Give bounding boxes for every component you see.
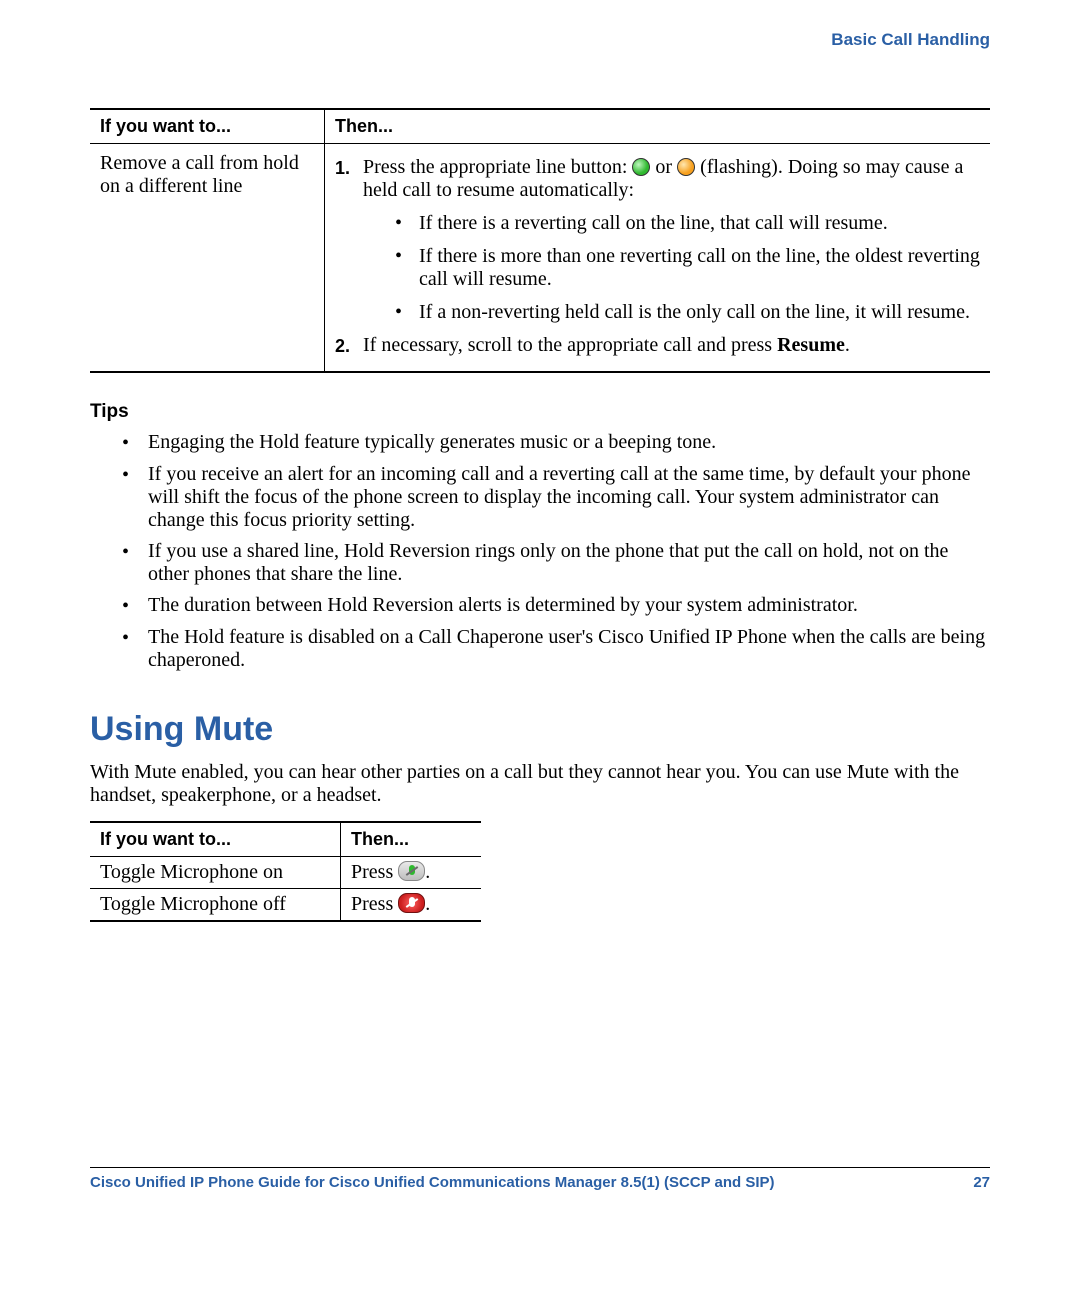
line-led-amber-icon — [677, 158, 695, 176]
table-cell: Remove a call from hold on a different l… — [90, 144, 325, 373]
footer-title: Cisco Unified IP Phone Guide for Cisco U… — [90, 1174, 775, 1191]
mute-button-on-icon — [398, 893, 425, 913]
list-item: • The duration between Hold Reversion al… — [90, 594, 990, 618]
table-cell: Press . — [341, 889, 482, 922]
bullet-icon: • — [122, 431, 148, 455]
bullet-icon: • — [122, 594, 148, 618]
ordered-step: 2. If necessary, scroll to the appropria… — [335, 334, 980, 357]
text: The Hold feature is disabled on a Call C… — [148, 626, 990, 672]
bullet-icon: • — [395, 212, 419, 234]
sub-bullet-list: • If there is a reverting call on the li… — [395, 212, 980, 324]
bullet-icon: • — [122, 626, 148, 650]
table-header: If you want to... — [90, 109, 325, 144]
table-header: Then... — [325, 109, 991, 144]
line-led-green-icon — [632, 158, 650, 176]
table-row: Toggle Microphone off Press . — [90, 889, 481, 922]
step-text: Press the appropriate line button: or (f… — [363, 156, 980, 202]
table-cell: Toggle Microphone off — [90, 889, 341, 922]
bullet-icon: • — [122, 540, 148, 564]
table-header: If you want to... — [90, 822, 341, 857]
page: Basic Call Handling If you want to... Th… — [0, 0, 1080, 1311]
list-item: • Engaging the Hold feature typically ge… — [90, 431, 990, 455]
text: Engaging the Hold feature typically gene… — [148, 431, 990, 454]
text: If there is more than one reverting call… — [419, 245, 980, 291]
list-item: • If there is a reverting call on the li… — [395, 212, 980, 235]
section-heading-using-mute: Using Mute — [90, 710, 990, 749]
mute-table: If you want to... Then... Toggle Microph… — [90, 821, 481, 922]
step-number: 1. — [335, 156, 363, 179]
tips-heading: Tips — [90, 401, 990, 423]
list-item: • If there is more than one reverting ca… — [395, 245, 980, 291]
bullet-icon: • — [122, 463, 148, 487]
step-number: 2. — [335, 334, 363, 357]
text: Press the appropriate line button: — [363, 156, 632, 178]
hold-table: If you want to... Then... Remove a call … — [90, 108, 990, 373]
list-item: • If a non-reverting held call is the on… — [395, 301, 980, 324]
text: If there is a reverting call on the line… — [419, 212, 980, 235]
page-number: 27 — [973, 1174, 990, 1191]
text: If you receive an alert for an incoming … — [148, 463, 990, 532]
text: The duration between Hold Reversion aler… — [148, 594, 990, 617]
table-cell: Press . — [341, 857, 482, 889]
text: Press — [351, 861, 398, 883]
breadcrumb: Basic Call Handling — [90, 30, 990, 50]
bullet-icon: • — [395, 301, 419, 323]
bullet-icon: • — [395, 245, 419, 267]
step-text: If necessary, scroll to the appropriate … — [363, 334, 980, 357]
section-intro: With Mute enabled, you can hear other pa… — [90, 761, 990, 807]
list-item: • If you receive an alert for an incomin… — [90, 463, 990, 532]
resume-softkey-label: Resume — [777, 334, 845, 356]
text: . — [425, 861, 430, 883]
table-cell: 1. Press the appropriate line button: or… — [325, 144, 991, 373]
text: If a non-reverting held call is the only… — [419, 301, 980, 324]
text: or — [655, 156, 677, 178]
text: . — [845, 334, 850, 356]
text: If you use a shared line, Hold Reversion… — [148, 540, 990, 586]
table-row: Toggle Microphone on Press . — [90, 857, 481, 889]
page-footer: Cisco Unified IP Phone Guide for Cisco U… — [90, 1167, 990, 1191]
ordered-step: 1. Press the appropriate line button: or… — [335, 156, 980, 202]
text: . — [425, 893, 430, 915]
tips-list: • Engaging the Hold feature typically ge… — [90, 431, 990, 672]
table-cell: Toggle Microphone on — [90, 857, 341, 889]
list-item: • The Hold feature is disabled on a Call… — [90, 626, 990, 672]
text: If necessary, scroll to the appropriate … — [363, 334, 777, 356]
table-header: Then... — [341, 822, 482, 857]
list-item: • If you use a shared line, Hold Reversi… — [90, 540, 990, 586]
mute-button-off-icon — [398, 861, 425, 881]
table-row: Remove a call from hold on a different l… — [90, 144, 990, 373]
text: Press — [351, 893, 398, 915]
